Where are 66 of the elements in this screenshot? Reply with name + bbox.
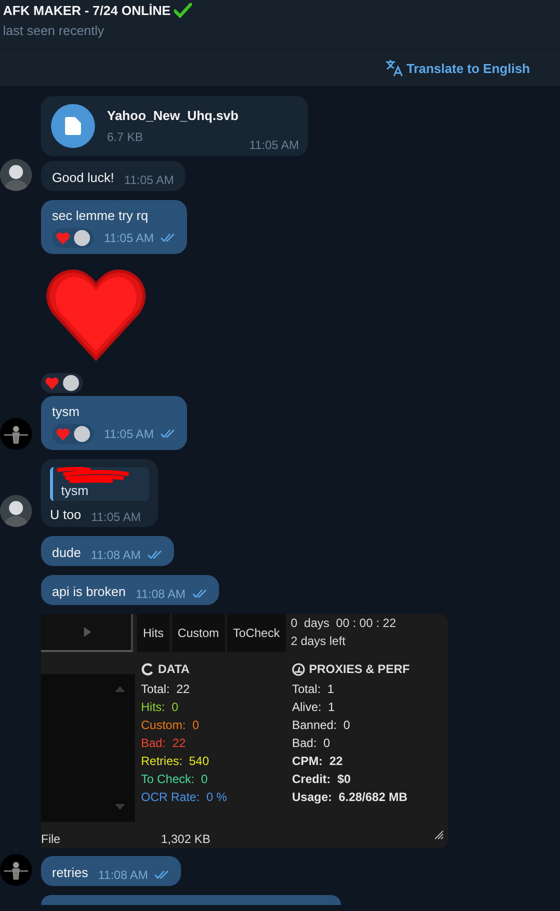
quoted-text: tysm [61,483,88,498]
message-text: dude [52,545,81,560]
heart-icon [56,428,70,440]
refresh-icon [141,662,154,676]
stat-line: Bad: 0 [292,736,332,750]
reply-quote[interactable]: tysm [50,467,149,501]
redaction-scribble [57,467,129,483]
user-avatar[interactable] [0,854,32,886]
contact-avatar[interactable] [0,159,32,191]
resize-grip-icon[interactable] [434,830,444,840]
check-mark-icon [174,3,192,18]
translate-icon [385,59,404,77]
uptime-text: 0 days 00 : 00 : 22 [290,616,396,630]
file-size-text: 1,302 KB [161,832,210,846]
message-time: 11:08 AM [90,548,141,562]
user-avatar[interactable] [0,418,32,450]
message-time: 11:05 AM [104,231,154,245]
stat-line: Bad: 22 [141,736,187,750]
message-text: tysm [52,404,80,419]
reaction-chip[interactable] [41,373,83,393]
translate-button[interactable]: Translate to English [385,59,530,77]
heart-icon [56,232,70,244]
stat-line: Credit: $0 [292,772,352,786]
file-size: 6.7 KB [107,130,144,144]
message-time: 11:05 AM [249,138,299,152]
app-tab[interactable]: ToCheck [227,614,286,652]
app-tab[interactable]: Custom [172,614,226,652]
stat-line: Hits: 0 [141,700,180,714]
stat-line: Usage: 6.28/682 MB [292,790,408,804]
stat-line: Retries: 540 [141,754,210,768]
message-text: Good luck! [52,170,114,185]
section-title: PROXIES & PERF [309,662,410,676]
stat-line: Total: 1 [292,682,336,696]
section-title: DATA [158,662,190,676]
message-time: 11:08 AM [136,587,186,601]
file-name: Yahoo_New_Uhq.svb [107,108,238,123]
stat-line: Alive: 1 [292,700,336,714]
message-time: 11:08 AM [98,868,148,882]
reaction-chip[interactable] [52,228,94,248]
reactor-avatar [74,230,90,246]
reactor-avatar [63,375,79,391]
stat-line: CPM: 22 [292,754,344,768]
last-seen-status: last seen recently [3,23,104,38]
heart-icon [45,376,59,390]
days-left-text: 2 days left [290,634,346,648]
message-text: retries [52,865,88,880]
message-text: sec lemme try rq [52,208,148,223]
stat-line: To Check: 0 [141,772,209,786]
stat-line: Custom: 0 [141,718,200,732]
stat-line: Banned: 0 [292,718,352,732]
message-time: 11:05 AM [124,173,174,187]
contact-avatar[interactable] [0,495,32,527]
file-icon[interactable] [51,104,95,148]
stat-line: OCR Rate: 0 % [141,790,228,804]
message-time: 11:05 AM [104,427,154,441]
reactor-avatar [74,426,90,442]
message-time: 11:05 AM [91,510,141,524]
reaction-chip[interactable] [52,424,94,444]
gauge-icon [292,662,305,676]
message-text: api is broken [52,584,126,599]
chat-title: AFK MAKER - 7/24 ONLİNE [3,3,171,18]
play-icon [84,627,91,637]
app-tab[interactable]: Hits [137,614,170,652]
message-text: U too [50,507,82,522]
stat-line: Total: 22 [141,682,191,696]
file-column-text: File [41,832,62,846]
